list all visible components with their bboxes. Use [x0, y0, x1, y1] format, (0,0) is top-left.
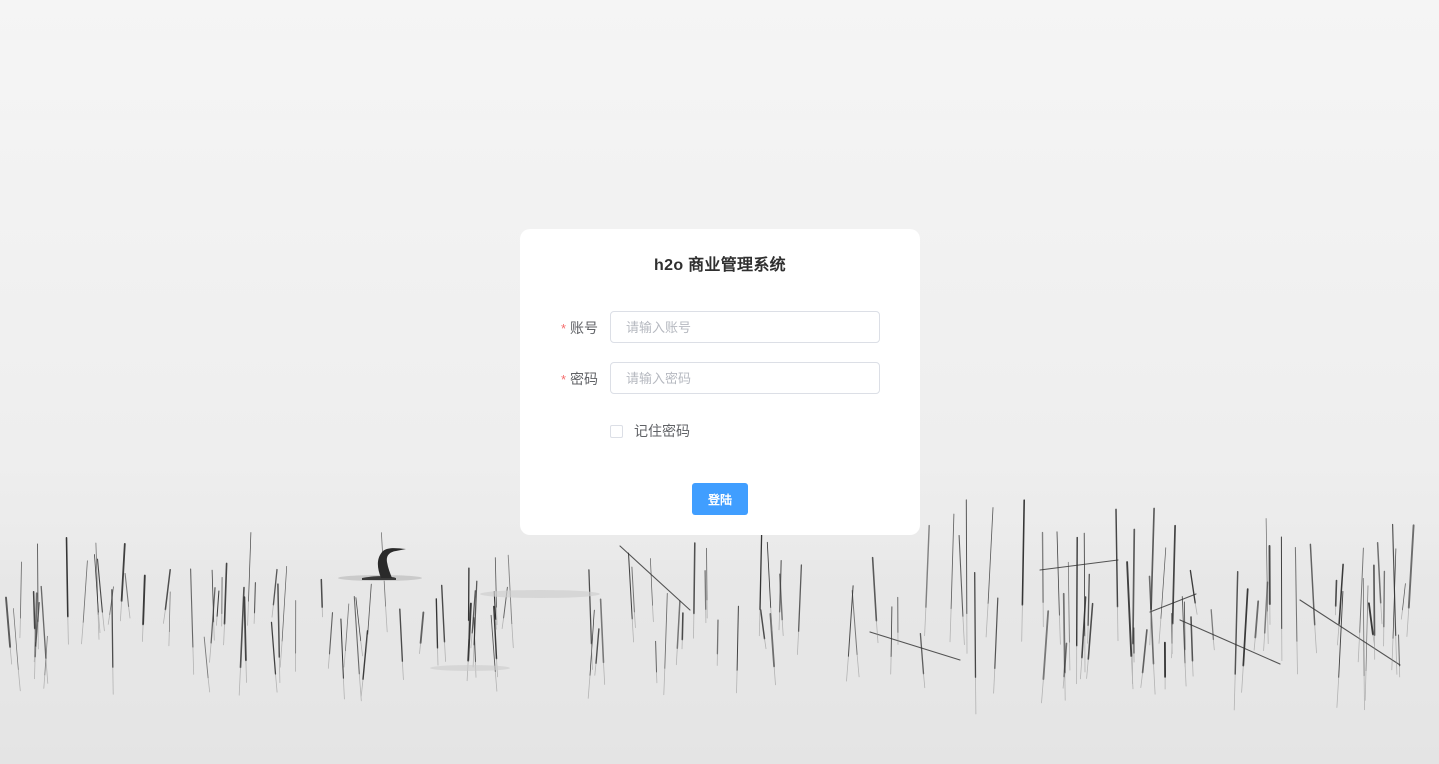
- account-label: * 账号: [556, 318, 598, 338]
- account-input[interactable]: [610, 311, 880, 343]
- remember-password-label[interactable]: 记住密码: [634, 421, 690, 441]
- account-label-text: 账号: [570, 320, 598, 336]
- checkbox-box[interactable]: [610, 424, 623, 438]
- remember-password-checkbox[interactable]: 记住密码: [610, 421, 690, 441]
- password-label: * 密码: [556, 369, 598, 389]
- required-mark: *: [560, 321, 566, 336]
- system-title: h2o 商业管理系统: [654, 257, 786, 274]
- required-mark: *: [560, 372, 566, 387]
- password-label-text: 密码: [570, 371, 598, 387]
- password-input[interactable]: [610, 362, 880, 394]
- login-card: h2o 商业管理系统 * 账号 * 密码 记住密码 登陆: [520, 229, 920, 535]
- login-button[interactable]: 登陆: [692, 483, 748, 515]
